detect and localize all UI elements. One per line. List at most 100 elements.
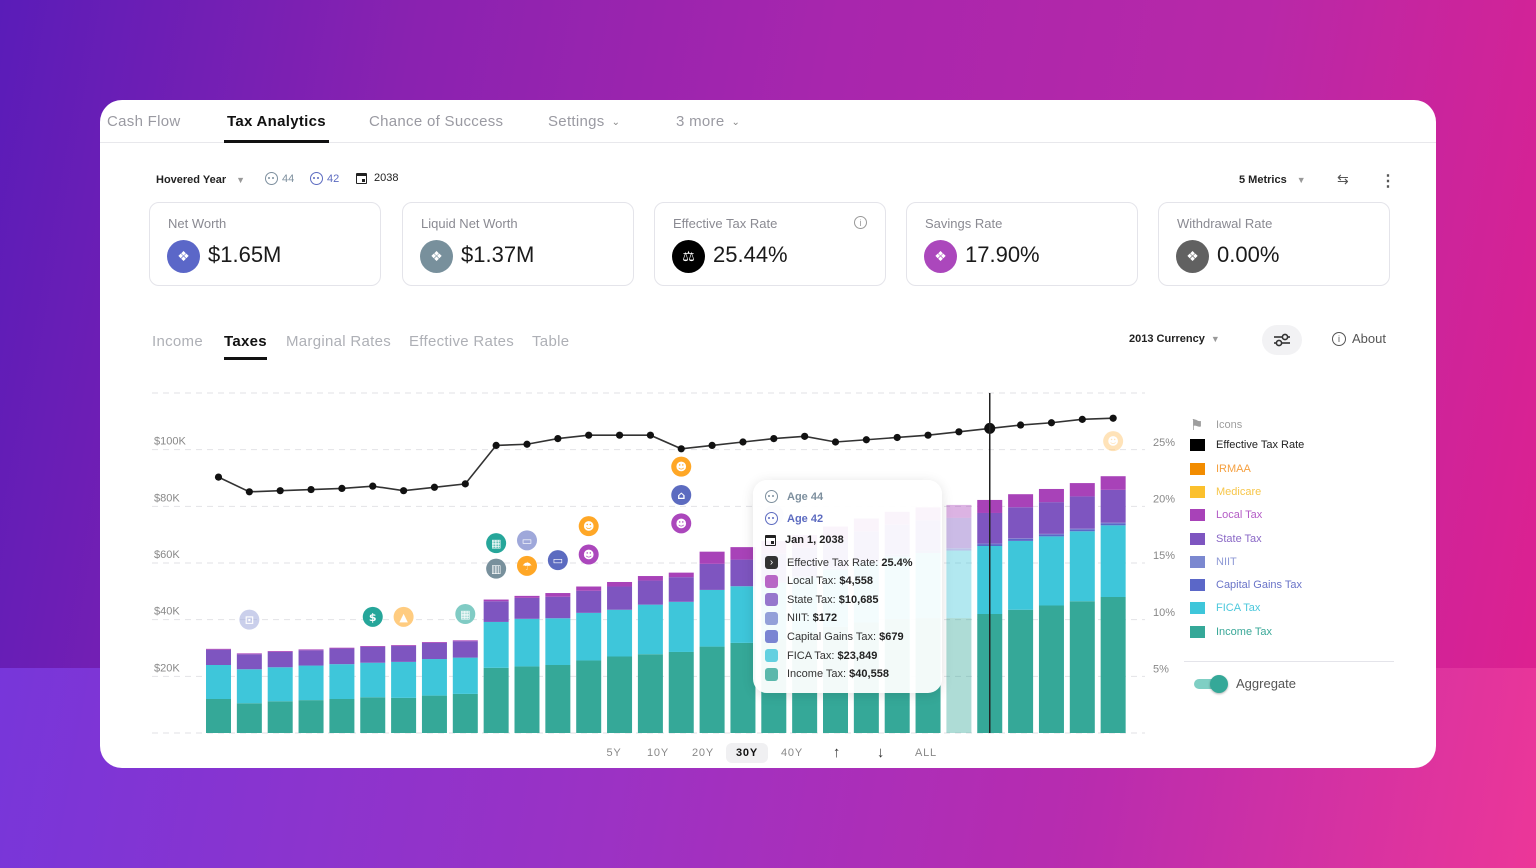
- effective-rate-point: [400, 487, 408, 495]
- metric-card-net-worth[interactable]: Net Worth ❖ $1.65M: [149, 202, 381, 286]
- color-swatch: [765, 593, 778, 607]
- bar-segment-local: [267, 651, 293, 652]
- legend-swatch: [1190, 485, 1205, 498]
- range-10y-button[interactable]: 10Y: [637, 743, 679, 763]
- tooltip-age-1-text: Age 44: [787, 490, 824, 503]
- legend-item-fica[interactable]: FICA Tax: [1190, 602, 1260, 615]
- subtab-income[interactable]: Income: [152, 333, 203, 350]
- child-icon-glyph: ☻: [676, 461, 687, 474]
- subtab-table[interactable]: Table: [532, 333, 569, 350]
- bar-segment-state: [391, 646, 417, 662]
- bar-segment-niit: [946, 548, 972, 549]
- metric-card-savings-rate[interactable]: Savings Rate ❖ 17.90%: [906, 202, 1138, 286]
- more-options-button[interactable]: ⋮: [1380, 171, 1396, 191]
- range-scroll-up-button[interactable]: ↑: [823, 740, 851, 765]
- legend-item-niit[interactable]: NIIT: [1190, 555, 1237, 568]
- effective-rate-point: [1047, 419, 1056, 427]
- metric-value: $1.37M: [461, 242, 535, 267]
- legend-item-irmaa[interactable]: IRMAA: [1190, 462, 1251, 475]
- about-label: About: [1352, 331, 1386, 346]
- about-button[interactable]: i About: [1332, 331, 1386, 346]
- bar-segment-capital-gains: [1100, 523, 1126, 526]
- range-30y-button[interactable]: 30Y: [726, 743, 768, 763]
- chart-tooltip: Age 44 Age 42 Jan 1, 2038 › Effective Tax…: [753, 480, 942, 693]
- tab-more[interactable]: 3 more ⌄: [676, 113, 740, 130]
- legend-item-income[interactable]: Income Tax: [1190, 625, 1272, 638]
- legend-item-state[interactable]: State Tax: [1190, 532, 1262, 545]
- legend-item-local[interactable]: Local Tax: [1190, 509, 1262, 522]
- aggregate-toggle[interactable]: Aggregate: [1194, 674, 1296, 693]
- right-axis-tick-label: 10%: [1153, 607, 1175, 619]
- bar-segment-state: [329, 648, 355, 665]
- legend-label: State Tax: [1216, 532, 1262, 545]
- bar-segment-state: [206, 649, 231, 665]
- bar-segment-state: [1038, 502, 1064, 534]
- effective-rate-point: [770, 435, 778, 443]
- bar-segment-state: [360, 646, 386, 663]
- bar-segment-state: [699, 563, 725, 590]
- bar-segment-local: [946, 504, 972, 518]
- baby-face-icon: [310, 172, 323, 185]
- tooltip-age-2-text: Age 42: [787, 512, 824, 525]
- legend-item-medicare[interactable]: Medicare: [1190, 485, 1261, 498]
- bar-segment-fica: [1100, 525, 1126, 597]
- bar-segment-fica: [1038, 536, 1064, 606]
- bar-segment-state: [421, 642, 447, 660]
- effective-rate-point: [801, 432, 809, 440]
- subtab-effective-rates[interactable]: Effective Rates: [409, 333, 514, 350]
- bar-segment-fica: [206, 665, 231, 699]
- metric-card-effective-tax-rate[interactable]: Effective Tax Rate i ⚖ 25.44%: [654, 202, 886, 286]
- metric-card-withdrawal-rate[interactable]: Withdrawal Rate ❖ 0.00%: [1158, 202, 1390, 286]
- effective-rate-point: [1109, 414, 1117, 422]
- tooltip-row-label: Local Tax: $4,558: [787, 575, 874, 588]
- tooltip-row-label: NIIT: $172: [787, 612, 838, 625]
- range-5y-button[interactable]: 5Y: [596, 743, 631, 763]
- bar-segment-fica: [668, 601, 694, 652]
- swap-button[interactable]: ⇆: [1337, 171, 1349, 188]
- effective-rate-point: [245, 488, 253, 496]
- bar-segment-income: [1008, 609, 1034, 733]
- left-axis-tick-label: $40K: [154, 606, 180, 618]
- bar-segment-state: [1069, 496, 1095, 529]
- legend-item-effective-rate[interactable]: Effective Tax Rate: [1190, 439, 1304, 452]
- currency-dropdown[interactable]: 2013 Currency ▼: [1129, 333, 1220, 345]
- effective-rate-point: [893, 433, 901, 442]
- tab-chance-of-success[interactable]: Chance of Success: [369, 113, 503, 130]
- tab-tax-analytics[interactable]: Tax Analytics: [224, 113, 329, 143]
- subtab-taxes[interactable]: Taxes: [224, 333, 267, 360]
- right-axis-tick-label: 25%: [1153, 437, 1175, 449]
- tooltip-row-value: $40,558: [849, 668, 889, 681]
- range-all-button[interactable]: ALL: [905, 743, 947, 763]
- bar-segment-income: [1069, 601, 1095, 733]
- range-20y-button[interactable]: 20Y: [682, 743, 724, 763]
- legend-swatch: [1190, 602, 1205, 615]
- hovered-year-dropdown[interactable]: Hovered Year ▼: [156, 174, 245, 186]
- effective-rate-point: [554, 435, 562, 443]
- bar-segment-fica: [576, 612, 602, 661]
- tooltip-row-income: Income Tax: $40,558: [765, 667, 889, 681]
- legend-item-icons[interactable]: ⚑ Icons: [1190, 416, 1242, 434]
- dollar-icon-glyph: $: [369, 611, 377, 624]
- bar-segment-fica: [452, 657, 478, 694]
- filter-settings-button[interactable]: [1262, 325, 1302, 355]
- info-icon[interactable]: i: [854, 216, 867, 229]
- tab-label: Settings: [548, 113, 605, 130]
- toggle-knob[interactable]: [1210, 674, 1228, 693]
- legend-item-capital-gains[interactable]: Capital Gains Tax: [1190, 579, 1302, 592]
- toggle-track[interactable]: [1194, 674, 1228, 693]
- range-scroll-down-button[interactable]: ↓: [867, 740, 895, 765]
- bar-segment-fica: [730, 586, 756, 643]
- bar-segment-local: [514, 595, 540, 598]
- bar-segment-income: [421, 695, 447, 733]
- tab-cash-flow[interactable]: Cash Flow: [107, 113, 181, 130]
- subtab-marginal-rates[interactable]: Marginal Rates: [286, 333, 391, 350]
- tooltip-age-2: Age 42: [765, 512, 823, 525]
- tab-settings[interactable]: Settings ⌄: [548, 113, 620, 130]
- metric-card-liquid-net-worth[interactable]: Liquid Net Worth ❖ $1.37M: [402, 202, 634, 286]
- left-axis-tick-label: $100K: [154, 436, 186, 448]
- bar-segment-income: [637, 654, 663, 733]
- range-40y-button[interactable]: 40Y: [771, 743, 813, 763]
- metrics-dropdown[interactable]: 5 Metrics ▼: [1239, 174, 1306, 186]
- bar-segment-fica: [1069, 531, 1095, 602]
- tooltip-date: Jan 1, 2038: [765, 534, 844, 546]
